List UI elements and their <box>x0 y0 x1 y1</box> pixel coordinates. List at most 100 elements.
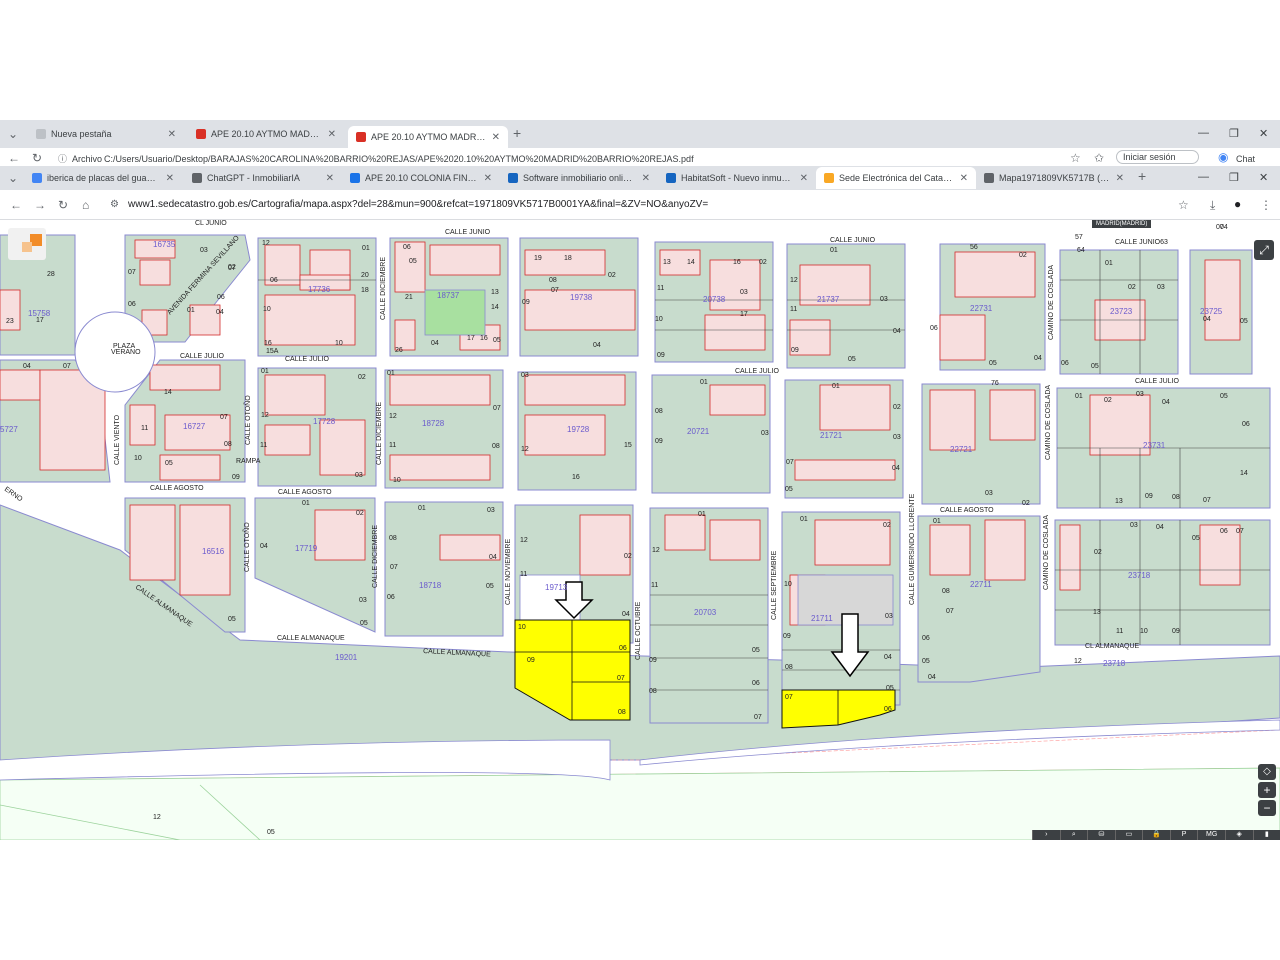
url-text[interactable]: www1.sedecatastro.gob.es/Cartografia/map… <box>128 199 708 210</box>
window-close-button[interactable]: ✕ <box>1259 127 1268 140</box>
parcel-number: 05 <box>409 258 417 265</box>
parcel-number: 10 <box>393 477 401 484</box>
zoom-out-button[interactable]: − <box>1258 800 1276 816</box>
home-icon[interactable]: ⌂ <box>82 199 89 211</box>
parcel-number: 05 <box>228 616 236 623</box>
map-tool-button-5[interactable]: P <box>1169 830 1198 840</box>
parcel-number: 02 <box>356 510 364 517</box>
parcel-number: 11 <box>520 571 527 578</box>
star-icon[interactable]: ☆ <box>1178 199 1189 211</box>
fullscreen-button[interactable]: ⤢ <box>1254 240 1274 260</box>
map-tool-button-7[interactable]: ◈ <box>1224 830 1253 840</box>
street-label: CALLE AGOSTO <box>278 489 332 496</box>
menu-icon[interactable]: ⋮ <box>1260 199 1272 211</box>
close-icon[interactable]: ✕ <box>1116 173 1124 184</box>
back-arrow-icon[interactable]: ← <box>10 199 22 211</box>
tab-front-6[interactable]: Mapa1971809VK5717B (1).pdf ✕ <box>976 167 1132 189</box>
close-icon[interactable]: ✕ <box>326 173 334 184</box>
parcel-number: 03 <box>985 490 993 497</box>
map-tool-button-3[interactable]: ▭ <box>1114 830 1143 840</box>
download-icon[interactable]: ⤓ <box>1210 199 1215 211</box>
tab-front-0[interactable]: iberica de placas del guadarram ✕ <box>24 167 182 189</box>
tab-front-3[interactable]: Software inmobiliario online - I ✕ <box>500 167 658 189</box>
close-icon[interactable]: ✕ <box>166 173 174 184</box>
locate-button[interactable]: ◇ <box>1258 764 1276 780</box>
map-canvas[interactable]: CL JUNIO CALLE JUNIO CALLE JUNIO CALLE JUNI… <box>0 220 1280 840</box>
forward-arrow-icon[interactable]: → <box>34 199 46 211</box>
tab-front-4[interactable]: HabitatSoft - Nuevo inmueble ✕ <box>658 167 816 189</box>
map-tool-button-6[interactable]: MG <box>1197 830 1225 840</box>
block-number: 17728 <box>313 417 336 426</box>
parcel-number: 05 <box>1192 535 1200 542</box>
favorites-icon[interactable]: ✩ <box>1094 152 1104 164</box>
map-tool-button-2[interactable]: ⛁ <box>1087 830 1115 840</box>
parcel-number: 11 <box>141 425 148 432</box>
back-arrow-icon[interactable]: ← <box>8 152 20 164</box>
copilot-icon[interactable]: ◉ <box>1218 151 1228 163</box>
parcel-number: 05 <box>360 620 368 627</box>
close-icon[interactable]: ✕ <box>484 173 492 184</box>
star-icon[interactable]: ☆ <box>1070 152 1081 164</box>
tab-back-2[interactable]: APE 20.10 AYTMO MADRID BARR ✕ <box>348 126 508 148</box>
parcel-number: 01 <box>261 368 269 375</box>
tab-label: APE 20.10 AYTMO MADRID BARR <box>211 129 322 139</box>
pdf-icon <box>196 129 206 139</box>
map-tool-button-0[interactable]: › <box>1032 830 1060 840</box>
expand-icon: ⤢ <box>1259 243 1269 257</box>
chat-label[interactable]: Chat <box>1236 154 1255 164</box>
site-settings-icon[interactable]: ⚙ <box>110 199 119 211</box>
block-number: 17736 <box>308 285 331 294</box>
restore-button[interactable]: ❐ <box>1229 127 1239 140</box>
tab-front-5[interactable]: Sede Electrónica del Catastro - ✕ <box>816 167 976 189</box>
map-logo[interactable] <box>8 228 46 260</box>
zoom-in-button[interactable]: + <box>1258 782 1276 798</box>
block-number: 20721 <box>687 427 710 436</box>
close-icon[interactable]: ✕ <box>642 173 650 184</box>
window-close-button[interactable]: ✕ <box>1259 171 1268 184</box>
parcel-number: 02 <box>624 553 632 560</box>
street-label: CALLE JULIO <box>735 368 780 375</box>
parcel-number: 06 <box>403 244 411 251</box>
close-icon[interactable]: ✕ <box>328 129 336 140</box>
close-icon[interactable]: ✕ <box>168 129 176 140</box>
block-number: 22731 <box>970 304 993 313</box>
tab-label: ChatGPT - InmobiliarIA <box>207 173 300 183</box>
parcel-number: 17 <box>740 311 748 318</box>
cadastral-map[interactable]: CL JUNIO CALLE JUNIO CALLE JUNIO CALLE JUNI… <box>0 220 1280 840</box>
parcel-number: 07 <box>786 459 794 466</box>
block-number: 23723 <box>1110 307 1133 316</box>
parcel-number: 10 <box>134 455 142 462</box>
street-label: CAMINO DE COSLADA <box>1045 385 1052 460</box>
tab-back-0[interactable]: Nueva pestaña ✕ <box>28 123 184 145</box>
profile-avatar[interactable]: ● <box>1234 198 1241 210</box>
close-icon[interactable]: ✕ <box>492 132 500 143</box>
parcel-number: 01 <box>698 511 706 518</box>
minimize-button[interactable]: — <box>1198 171 1209 183</box>
parcel-number: 14 <box>164 389 172 396</box>
map-tool-button-8[interactable]: ▮ <box>1252 830 1280 840</box>
new-tab-button[interactable]: + <box>513 126 521 140</box>
map-tool-button-1[interactable]: ⌕ <box>1059 830 1088 840</box>
tab-label: APE 20.10 AYTMO MADRID BARR <box>371 132 486 142</box>
back-address-text[interactable]: C:/Users/Usuario/Desktop/BARAJAS%20CAROL… <box>104 154 694 164</box>
parcel-number: 03 <box>885 613 893 620</box>
tab-front-2[interactable]: APE 20.10 COLONIA FIN DE SE ✕ <box>342 167 500 189</box>
block-number: 16727 <box>183 422 206 431</box>
tab-search-icon[interactable]: ⌄ <box>8 172 18 184</box>
minimize-button[interactable]: — <box>1198 127 1209 139</box>
tab-back-1[interactable]: APE 20.10 AYTMO MADRID BARR ✕ <box>188 123 344 145</box>
map-tool-button-4[interactable]: 🔒 <box>1142 830 1170 840</box>
reload-icon[interactable]: ↻ <box>58 199 68 211</box>
parcel-number: 10 <box>655 316 663 323</box>
close-icon[interactable]: ✕ <box>800 173 808 184</box>
tab-search-icon[interactable]: ⌄ <box>8 128 18 140</box>
tab-front-1[interactable]: ChatGPT - InmobiliarIA ✕ <box>184 167 342 189</box>
signin-button[interactable]: Iniciar sesión <box>1116 150 1199 164</box>
pdf-icon <box>356 132 366 142</box>
reload-icon[interactable]: ↻ <box>32 152 42 164</box>
new-tab-button[interactable]: + <box>1138 169 1146 183</box>
restore-button[interactable]: ❐ <box>1229 171 1239 184</box>
parcel-number: 11 <box>651 582 658 589</box>
close-icon[interactable]: ✕ <box>960 173 968 184</box>
street-label: CL JUNIO <box>195 220 227 227</box>
